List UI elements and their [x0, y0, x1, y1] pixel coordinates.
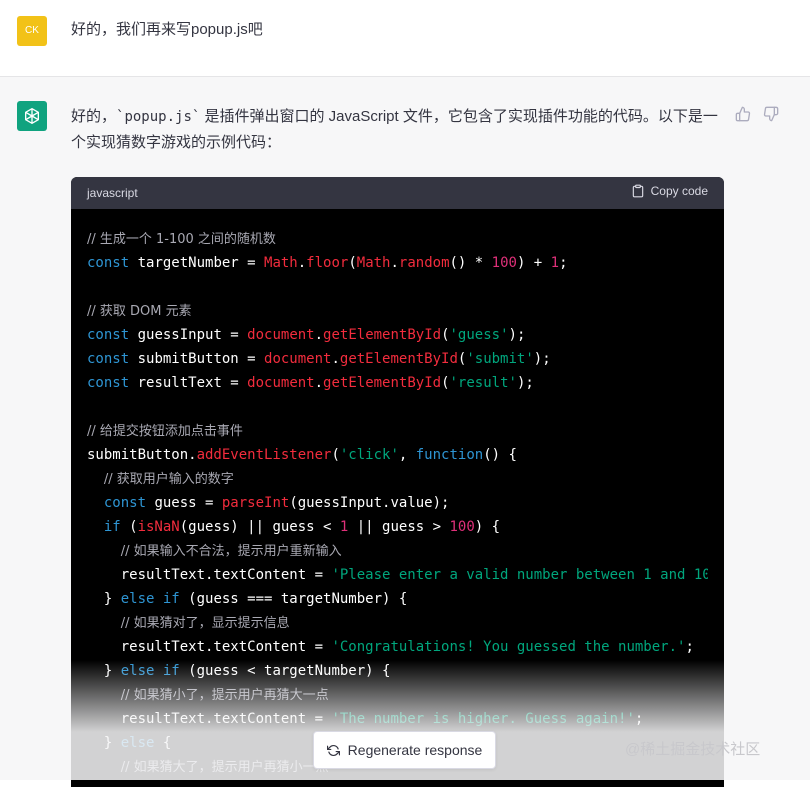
code-line: // 获取 DOM 元素: [87, 304, 192, 319]
code-line: if (isNaN(guess) || guess < 1 || guess >…: [103, 519, 501, 535]
code-line: const guess = parseInt(guessInput.value)…: [103, 495, 450, 511]
assistant-message-row: 好的，`popup.js` 是插件弹出窗口的 JavaScript 文件，它包含…: [0, 77, 810, 787]
inline-code: `popup.js`: [116, 109, 201, 125]
user-message-row: CK 好的，我们再来写popup.js吧: [0, 0, 810, 77]
watermark: @稀土掘金技术社区: [625, 741, 761, 758]
copy-code-button[interactable]: Copy code: [631, 184, 708, 198]
assistant-avatar: [17, 101, 47, 131]
copy-code-label: Copy code: [650, 184, 708, 198]
code-line: } else if (guess === targetNumber) {: [87, 591, 408, 607]
code-language-label: javascript: [87, 186, 138, 200]
regenerate-label: Regenerate response: [347, 742, 483, 758]
code-line: // 获取用户输入的数字: [103, 472, 234, 487]
code-line: resultText.textContent = 'The number is …: [87, 711, 644, 727]
code-line: resultText.textContent = 'Congratulation…: [87, 639, 694, 655]
code-line: } else if (guess < targetNumber) {: [87, 663, 391, 679]
code-line: resultText.textContent = 'Please enter a…: [87, 567, 708, 583]
code-line: const resultText = document.getElementBy…: [87, 375, 534, 391]
regenerate-response-button[interactable]: Regenerate response: [313, 731, 496, 769]
assistant-message-text: 好的，`popup.js` 是插件弹出窗口的 JavaScript 文件，它包含…: [71, 104, 726, 156]
code-line: // 如果猜小了，提示用户再猜大一点: [120, 688, 329, 703]
code-line: const targetNumber = Math.floor(Math.ran…: [87, 255, 568, 271]
openai-logo-icon: [25, 108, 39, 125]
thumbs-up-icon[interactable]: [735, 106, 751, 127]
code-block: javascript Copy code // 生成一个 1-100 之间的随机…: [71, 177, 724, 787]
code-line: // 如果猜对了，显示提示信息: [120, 616, 290, 631]
code-line: const guessInput = document.getElementBy…: [87, 327, 526, 343]
code-line: // 如果输入不合法，提示用户重新输入: [120, 544, 342, 559]
refresh-icon: [326, 744, 340, 756]
user-avatar: CK: [17, 16, 47, 46]
code-line: submitButton.addEventListener('click', f…: [87, 447, 517, 463]
thumbs-down-icon[interactable]: [763, 106, 779, 127]
code-line: // 生成一个 1-100 之间的随机数: [87, 232, 276, 247]
code-line: // 给提交按钮添加点击事件: [87, 424, 243, 439]
code-block-header: javascript Copy code: [71, 177, 724, 209]
clipboard-icon: [632, 184, 643, 198]
code-content: // 生成一个 1-100 之间的随机数 const targetNumber =…: [71, 209, 724, 779]
code-line: const submitButton = document.getElement…: [87, 351, 551, 367]
user-message-text: 好的，我们再来写popup.js吧: [71, 21, 263, 38]
message-part1: 好的，: [71, 108, 117, 125]
